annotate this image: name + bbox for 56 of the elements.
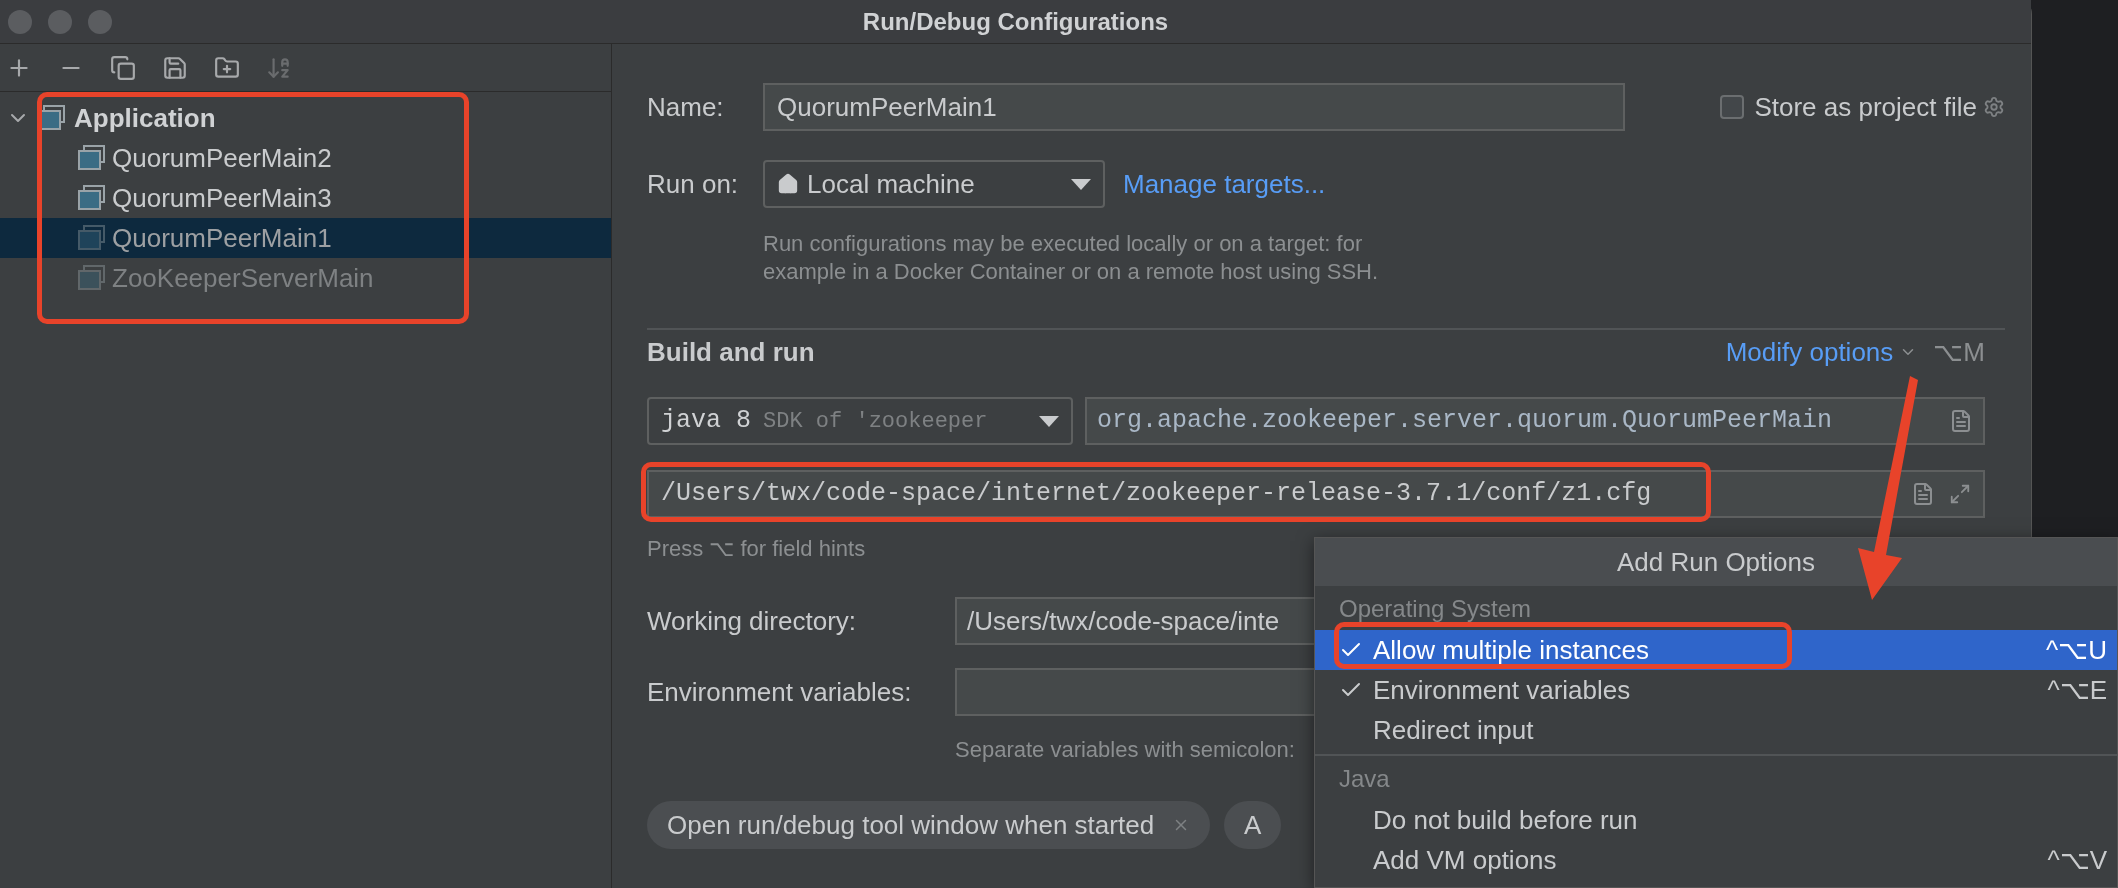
run-on-label: Run on: <box>647 167 740 201</box>
new-folder-icon[interactable] <box>214 54 240 81</box>
option-chip[interactable]: Open run/debug tool window when started <box>647 801 1211 849</box>
program-arguments-field[interactable]: /Users/twx/code-space/internet/zookeeper-release-3.7.1/conf/z1.cfg <box>647 470 1985 518</box>
jdk-description: SDK of 'zookeeper <box>763 407 988 436</box>
dropdown-caret-icon <box>1039 415 1059 427</box>
jdk-dropdown[interactable]: java 8 SDK of 'zookeeper <box>647 397 1073 445</box>
tree-folder-label[interactable]: Application <box>74 98 216 138</box>
field-hint-text: Press ⌥ for field hints <box>647 535 866 563</box>
popup-section-header: Operating System <box>1338 594 1533 624</box>
tree-item[interactable]: QuorumPeerMain2 <box>0 138 611 178</box>
working-directory-label: Working directory: <box>647 604 858 638</box>
tree-item-label: ZooKeeperServerMain <box>112 261 374 295</box>
run-on-dropdown[interactable]: Local machine <box>763 160 1105 208</box>
main-class-field[interactable]: org.apache.zookeeper.server.quorum.QuorumPeerMain <box>1085 397 1985 445</box>
popup-menu-item[interactable]: Redirect input <box>1315 710 2117 750</box>
shortcut-text: ^⌥U <box>2046 633 2107 667</box>
section-title: Build and run <box>647 335 816 369</box>
window-title: Run/Debug Configurations <box>862 6 1169 37</box>
document-icon[interactable] <box>1949 409 1973 433</box>
popup-menu-item[interactable]: Add VM options ^⌥V <box>1315 840 2117 880</box>
run-on-help-text: Run configurations may be executed locally or on a target: for example in a Docker Container or on a remote host using SSH. <box>763 230 1380 286</box>
option-chip[interactable]: A <box>1224 801 1282 849</box>
tree-item-label: QuorumPeerMain3 <box>112 181 332 215</box>
environment-help-text: Separate variables with semicolon: <box>955 736 1295 764</box>
window-icon <box>78 225 106 251</box>
house-icon <box>777 173 799 195</box>
shortcut-text: ⌥M <box>1933 335 1985 369</box>
modify-options-link[interactable]: Modify options <box>1725 332 1894 372</box>
jdk-version: java 8 <box>661 405 751 438</box>
tree-item[interactable]: QuorumPeerMain3 <box>0 178 611 218</box>
tree-item-label: QuorumPeerMain2 <box>112 141 332 175</box>
popup-menu-item[interactable]: Environment variables ^⌥E <box>1315 670 2117 710</box>
window-icon <box>78 185 106 211</box>
popup-menu-item[interactable]: Do not build before run <box>1315 800 2117 840</box>
manage-targets-link[interactable]: Manage targets... <box>1123 164 1326 204</box>
window-icon <box>78 265 106 291</box>
shortcut-text: ^⌥V <box>2047 843 2107 877</box>
popup-title: Add Run Options <box>1617 545 1815 579</box>
store-label[interactable]: Store as project file <box>1754 87 1977 127</box>
window-icon <box>78 145 106 171</box>
popup-menu-item[interactable]: Allow multiple instances ^⌥U <box>1315 630 2117 670</box>
tree-item-label: QuorumPeerMain1 <box>112 221 332 255</box>
dropdown-caret-icon <box>1071 178 1091 190</box>
expand-icon[interactable] <box>1949 483 1971 505</box>
popup-section-header: Java <box>1338 764 1391 794</box>
save-icon[interactable] <box>162 54 188 81</box>
document-icon[interactable] <box>1911 482 1935 506</box>
copy-icon[interactable] <box>110 54 136 81</box>
tree-item[interactable]: QuorumPeerMain1 <box>0 218 611 258</box>
shortcut-text: ^⌥E <box>2047 673 2107 707</box>
store-checkbox[interactable] <box>1720 95 1745 119</box>
name-label: Name: <box>647 90 725 124</box>
name-field[interactable]: QuorumPeerMain1 <box>763 83 1625 131</box>
environment-variables-label: Environment variables: <box>647 675 913 709</box>
settings-icon[interactable] <box>1983 96 2005 118</box>
